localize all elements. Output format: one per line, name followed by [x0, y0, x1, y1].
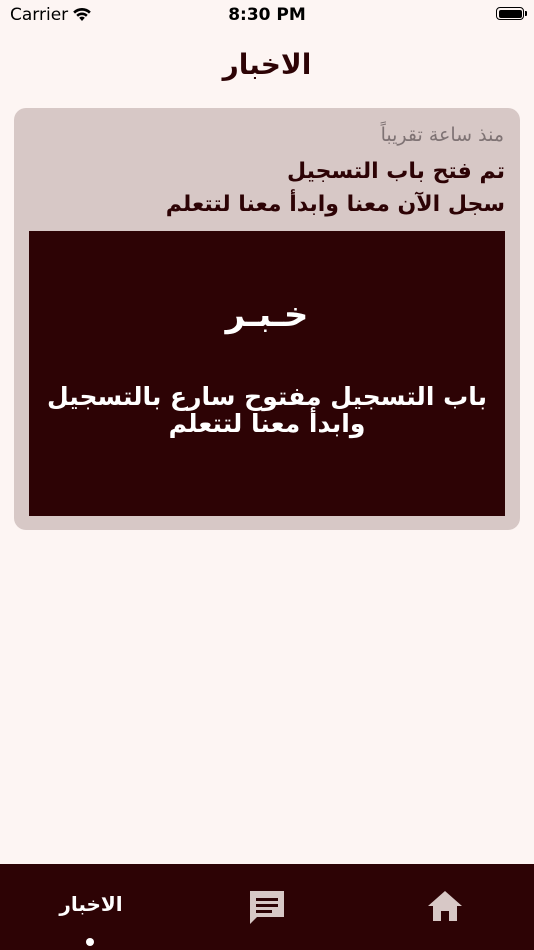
battery-icon	[496, 7, 527, 20]
status-bar: Carrier 8:30 PM	[0, 0, 534, 30]
selected-tab-indicator	[86, 938, 94, 946]
news-card[interactable]: منذ ساعة تقريباً تم فتح باب التسجيل سجل …	[14, 108, 520, 530]
tab-bar: الاخبار	[0, 864, 534, 950]
tab-messages[interactable]	[247, 888, 287, 932]
news-title: تم فتح باب التسجيل	[286, 159, 505, 184]
tab-home[interactable]	[426, 889, 464, 927]
tab-news-label: الاخبار	[59, 892, 123, 916]
news-time: منذ ساعة تقريباً	[380, 124, 504, 146]
news-image-body: باب التسجيل مفتوح سارع بالتسجيل وابدأ مع…	[46, 382, 487, 438]
news-subtitle: سجل الآن معنا وابدأ معنا لتتعلم	[165, 192, 505, 217]
status-time: 8:30 PM	[228, 5, 306, 25]
chat-icon	[247, 891, 287, 932]
news-image-heading: خـبـر	[225, 295, 309, 335]
tab-news[interactable]: الاخبار	[56, 892, 126, 916]
news-image: خـبـر باب التسجيل مفتوح سارع بالتسجيل وا…	[29, 231, 505, 516]
page-title: الاخبار	[222, 48, 312, 81]
home-icon	[426, 891, 464, 927]
